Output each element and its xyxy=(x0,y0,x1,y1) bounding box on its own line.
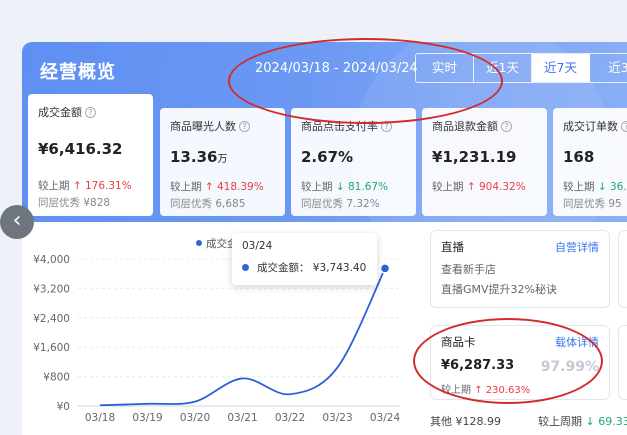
metric-value: ¥1,231.19 xyxy=(432,148,517,166)
page-title: 经营概览 xyxy=(40,62,116,83)
live-detail-link[interactable]: 自营详情 xyxy=(555,239,599,255)
metric-value: ¥6,416.32 xyxy=(38,140,123,158)
annotation-ellipse-product-card xyxy=(413,318,603,404)
x-tick-label: 03/20 xyxy=(180,412,210,424)
tooltip-date: 03/24 xyxy=(242,240,273,252)
live-card-line1: 查看新手店 xyxy=(441,263,496,276)
metric-compare: 较上期 ↓ 36.0 xyxy=(563,181,627,193)
metric-card-exposure[interactable]: 商品曝光人数? 13.36万 较上期 ↑ 418.39% 同层优秀 6,685 xyxy=(160,108,285,216)
prev-period-compare: 较上周期 ↓ 69.33 xyxy=(538,415,627,428)
tab-7days[interactable]: 近7天 xyxy=(532,54,590,82)
x-tick-label: 03/18 xyxy=(85,412,115,424)
live-card[interactable]: 直播 自营详情 查看新手店 直播GMV提升32%秘诀 xyxy=(430,230,610,308)
tooltip-dot xyxy=(242,264,249,271)
metric-value: 13.36万 xyxy=(170,148,228,166)
tooltip-row: 成交金额： ¥3,743.40 xyxy=(242,260,367,275)
metric-compare: 较上期 ↑ 418.39% xyxy=(170,181,264,193)
y-tick-label: ¥0 xyxy=(57,401,70,413)
other-amount: 其他 ¥128.99 xyxy=(430,415,501,428)
side-card-partial-2 xyxy=(618,325,627,400)
x-tick-label: 03/22 xyxy=(275,412,305,424)
metric-peer: 同层优秀 7.32% xyxy=(301,198,380,210)
metric-card-click-pay-rate[interactable]: 商品点击支付率? 2.67% 较上期 ↓ 81.67% 同层优秀 7.32% xyxy=(291,108,416,216)
metric-name: 成交订单数 xyxy=(563,120,618,133)
metric-name: 商品退款金额 xyxy=(432,120,498,133)
x-tick-label: 03/19 xyxy=(132,412,162,424)
y-tick-label: ¥800 xyxy=(43,372,70,384)
y-tick-label: ¥1,600 xyxy=(33,342,70,354)
dashboard: 经营概览 2024/03/18 - 2024/03/24 实时 近1天 近7天 … xyxy=(0,0,627,435)
tab-30days[interactable]: 近3 xyxy=(590,54,627,82)
metric-peer: 同层优秀 ¥828 xyxy=(38,197,111,209)
x-tick-label: 03/24 xyxy=(370,412,401,424)
metric-name: 成交金额 xyxy=(38,106,82,119)
metric-card-gmv[interactable]: 成交金额? ¥6,416.32 较上期 ↑ 176.31% 同层优秀 ¥828 xyxy=(28,94,153,216)
highlight-point xyxy=(379,263,391,274)
metric-card-refund[interactable]: 商品退款金额? ¥1,231.19 较上期 ↑ 904.32% xyxy=(422,108,547,216)
help-icon[interactable]: ? xyxy=(501,121,512,132)
annotation-ellipse-date xyxy=(228,38,503,124)
metric-peer: 同层优秀 95 xyxy=(563,198,622,210)
x-tick-label: 03/21 xyxy=(227,412,257,424)
series-line xyxy=(99,268,386,407)
side-card-partial xyxy=(618,230,627,308)
metric-name: 商品曝光人数 xyxy=(170,120,236,133)
x-tick-label: 03/23 xyxy=(322,412,352,424)
legend-dot xyxy=(196,240,202,246)
help-icon[interactable]: ? xyxy=(85,107,96,118)
y-tick-label: ¥4,000 xyxy=(33,254,70,266)
help-icon[interactable]: ? xyxy=(239,121,250,132)
metric-compare: 较上期 ↑ 176.31% xyxy=(38,180,132,192)
help-icon[interactable]: ? xyxy=(621,121,627,132)
metric-peer: 同层优秀 6,685 xyxy=(170,198,246,210)
y-tick-label: ¥2,400 xyxy=(33,313,70,325)
metric-value: 168 xyxy=(563,148,595,166)
metric-compare: 较上期 ↑ 904.32% xyxy=(432,181,526,193)
metric-compare: 较上期 ↓ 81.67% xyxy=(301,181,389,193)
y-tick-label: ¥3,200 xyxy=(33,283,70,295)
metric-value: 2.67% xyxy=(301,148,354,166)
chart-tooltip: 03/24 成交金额： ¥3,743.40 xyxy=(232,233,377,285)
live-card-line2[interactable]: 直播GMV提升32%秘诀 xyxy=(441,281,599,297)
metric-card-orders[interactable]: 成交订单数? 168 较上期 ↓ 36.0 同层优秀 95 xyxy=(553,108,627,216)
